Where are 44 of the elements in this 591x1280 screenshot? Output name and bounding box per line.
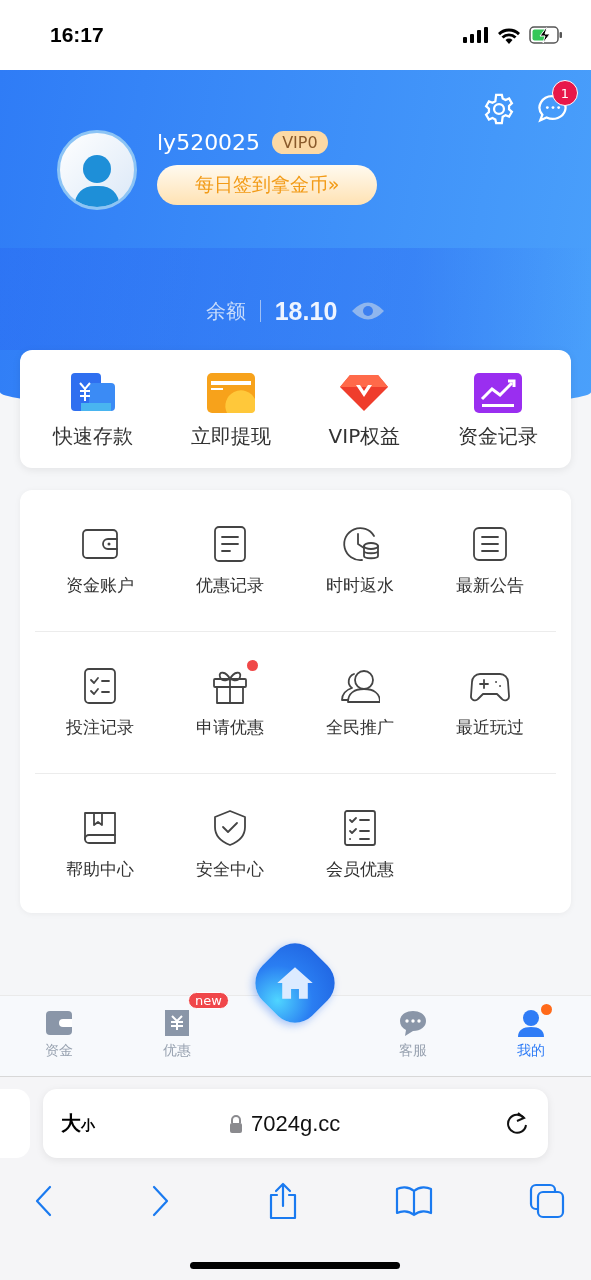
menu-label[interactable]: 时时返水: [326, 574, 394, 597]
battery-charging-icon: [529, 26, 563, 44]
address-bar[interactable]: 大小 7024g.cc: [43, 1089, 548, 1158]
reload-icon[interactable]: [504, 1110, 530, 1137]
forward-icon[interactable]: [150, 1185, 171, 1217]
balance-amount: 18.10: [274, 296, 338, 326]
menu-label[interactable]: 最近玩过: [456, 716, 524, 739]
menu-label[interactable]: 最新公告: [456, 574, 524, 597]
user-icon: [516, 1008, 546, 1038]
house-icon: [275, 965, 315, 1001]
lock-icon: [229, 1114, 243, 1133]
signal-icon: [463, 27, 489, 43]
balance-label: 余额: [205, 297, 246, 325]
text-size-small[interactable]: 小: [81, 1117, 95, 1135]
clock-coins-icon: [340, 524, 380, 564]
text-size-large[interactable]: 大: [61, 1110, 81, 1137]
action-label[interactable]: 立即提现: [190, 422, 271, 450]
chat-icon: [398, 1008, 428, 1038]
coupon-icon: [162, 1008, 192, 1038]
notice-icon: [470, 524, 510, 564]
vip-badge: VIP0: [272, 131, 328, 154]
menu-label[interactable]: 投注记录: [66, 716, 134, 739]
action-label[interactable]: 资金记录: [458, 422, 539, 450]
tab[interactable]: 我的: [472, 996, 590, 1076]
settings-icon[interactable]: [482, 92, 516, 126]
action-label[interactable]: VIP权益: [328, 422, 401, 450]
clock-time: 16:17: [50, 23, 104, 47]
back-icon[interactable]: [34, 1185, 54, 1217]
bookmarks-icon[interactable]: [394, 1185, 433, 1217]
menu-label[interactable]: 全民推广: [326, 716, 394, 739]
menu-label[interactable]: 安全中心: [196, 858, 264, 881]
menu-label[interactable]: 会员优惠: [326, 858, 394, 881]
menu-label[interactable]: 申请优惠: [196, 716, 264, 739]
new-badge: new: [188, 992, 229, 1009]
action-label[interactable]: 快速存款: [52, 422, 133, 450]
menu-label[interactable]: 优惠记录: [196, 574, 264, 597]
menu-label[interactable]: 资金账户: [66, 574, 134, 597]
tabs-icon[interactable]: [529, 1183, 565, 1219]
url-text: 7024g.cc: [251, 1110, 341, 1137]
notification-badge: 1: [552, 80, 578, 106]
menu-label[interactable]: 帮助中心: [66, 858, 134, 881]
wifi-icon: [497, 26, 521, 44]
wallet-icon: [44, 1008, 74, 1038]
username: ly520025: [157, 130, 261, 155]
